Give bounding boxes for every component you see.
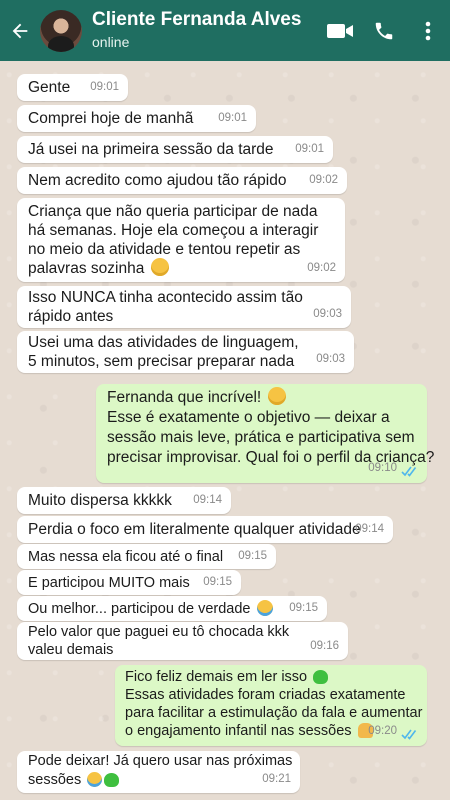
back-arrow-icon	[12, 23, 28, 38]
message-text-line: para facilitar a estimulação da fala e a…	[125, 705, 423, 721]
read-ticks-icon	[401, 466, 417, 477]
contact-info[interactable]: Cliente Fernanda Alves online	[92, 9, 318, 51]
message-bubble[interactable]: Comprei hoje de manhã 09:01	[17, 105, 256, 132]
message-bubble[interactable]: Perdia o foco em literalmente qualquer a…	[17, 516, 393, 543]
video-call-icon	[327, 23, 353, 38]
message-bubble[interactable]: Muito dispersa kkkkk 09:14	[17, 487, 231, 514]
message-text-line: Isso NUNCA tinha acontecido assim tão	[28, 289, 303, 306]
message-text: Gente	[28, 79, 71, 96]
message-text-line: há semanas. Hoje ela começou a interagir	[28, 222, 319, 239]
message-time: 09:14	[193, 494, 222, 506]
message-text-line: o engajamento infantil nas sessões	[125, 723, 352, 739]
message-bubble[interactable]: Fernanda que incrível! Esse é exatamente…	[96, 384, 434, 483]
avatar[interactable]	[40, 9, 82, 52]
message-time: 09:15	[289, 602, 318, 614]
video-call-button[interactable]	[318, 0, 362, 61]
contact-status: online	[92, 34, 130, 51]
message-bubble[interactable]: Já usei na primeira sessão da tarde 09:0…	[17, 136, 333, 163]
message-time: 09:01	[295, 143, 324, 155]
message-time: 09:20	[368, 725, 397, 737]
message-time: 09:02	[309, 174, 338, 186]
chat-header: Cliente Fernanda Alves online	[0, 0, 450, 61]
message-text-line: Esse é exatamente o objetivo — deixar a	[107, 409, 390, 426]
message-time: 09:03	[313, 308, 342, 320]
message-text-line: valeu demais	[28, 642, 114, 658]
pleading-face-emoji	[150, 258, 169, 276]
heart-eyes-emoji	[267, 387, 286, 405]
message-text-line: 5 minutos, sem precisar preparar nada	[28, 353, 295, 370]
message-time: 09:01	[90, 81, 119, 93]
more-options-button[interactable]	[406, 0, 450, 61]
message-text: Perdia o foco em literalmente qualquer a…	[28, 521, 361, 538]
message-text-line: no meio da atividade e tentou repetir as	[28, 241, 301, 258]
message-text-line: Fico feliz demais em ler isso	[125, 669, 308, 685]
voice-call-button[interactable]	[362, 0, 406, 61]
message-time: 09:14	[355, 523, 384, 535]
message-text: Já usei na primeira sessão da tarde	[28, 141, 274, 158]
conversation-area[interactable]: Gente 09:01 Comprei hoje de manhã 09:01 …	[0, 61, 450, 800]
message-text: Nem acredito como ajudou tão rápido	[28, 172, 287, 189]
message-time: 09:01	[218, 112, 247, 124]
message-time: 09:21	[262, 773, 291, 785]
message-text: Ou melhor... participou de verdade	[28, 601, 251, 617]
message-bubble[interactable]: Mas nessa ela ficou até o final 09:15	[17, 544, 276, 569]
message-text: Mas nessa ela ficou até o final	[28, 549, 224, 565]
message-text-line: rápido antes	[28, 308, 114, 325]
message-bubble[interactable]: Gente 09:01	[17, 74, 128, 101]
message-time: 09:16	[310, 640, 339, 652]
message-time: 09:03	[316, 353, 345, 365]
message-bubble[interactable]: Ou melhor... participou de verdade 09:15	[17, 596, 327, 621]
message-bubble[interactable]: Isso NUNCA tinha acontecido assim tão rá…	[17, 286, 351, 328]
message-text: E participou MUITO mais	[28, 575, 190, 591]
read-ticks-icon	[401, 729, 417, 740]
back-button[interactable]	[0, 0, 40, 61]
phone-icon	[375, 22, 393, 39]
message-text-line: sessões	[28, 772, 82, 788]
message-bubble[interactable]: Criança que não queria participar de nad…	[17, 198, 345, 282]
message-bubble[interactable]: Fico feliz demais em ler isso Essas ativ…	[115, 665, 427, 746]
contact-name: Cliente Fernanda Alves	[92, 9, 302, 31]
message-bubble[interactable]: E participou MUITO mais 09:15	[17, 570, 241, 595]
message-text-line: palavras sozinha	[28, 260, 145, 277]
more-vert-icon	[425, 21, 431, 40]
message-time: 09:02	[307, 262, 336, 274]
green-heart-emoji	[104, 773, 120, 787]
message-bubble[interactable]: Nem acredito como ajudou tão rápido 09:0…	[17, 167, 347, 194]
message-text-line: Criança que não queria participar de nad…	[28, 203, 318, 220]
message-text-line: Fernanda que incrível!	[107, 389, 262, 406]
message-text-line: Usei uma das atividades de linguagem,	[28, 334, 299, 351]
message-text-line: sessão mais leve, prática e participativ…	[107, 429, 415, 446]
message-time: 09:10	[368, 462, 397, 474]
message-bubble[interactable]: Usei uma das atividades de linguagem, 5 …	[17, 331, 354, 373]
message-time: 09:15	[238, 550, 267, 562]
message-text-line: Essas atividades foram criadas exatament…	[125, 687, 406, 703]
joy-emoji	[87, 772, 103, 787]
message-bubble[interactable]: Pelo valor que paguei eu tô chocada kkk …	[17, 622, 348, 660]
message-text: Muito dispersa kkkkk	[28, 492, 172, 509]
message-text: Comprei hoje de manhã	[28, 110, 194, 127]
joy-emoji	[256, 600, 273, 616]
message-time: 09:15	[203, 576, 232, 588]
message-text-line: Pode deixar! Já quero usar nas próximas	[28, 753, 293, 769]
message-bubble[interactable]: Pode deixar! Já quero usar nas próximas …	[17, 751, 300, 793]
green-heart-emoji	[313, 670, 329, 684]
message-text-line: Pelo valor que paguei eu tô chocada kkk	[28, 624, 290, 640]
